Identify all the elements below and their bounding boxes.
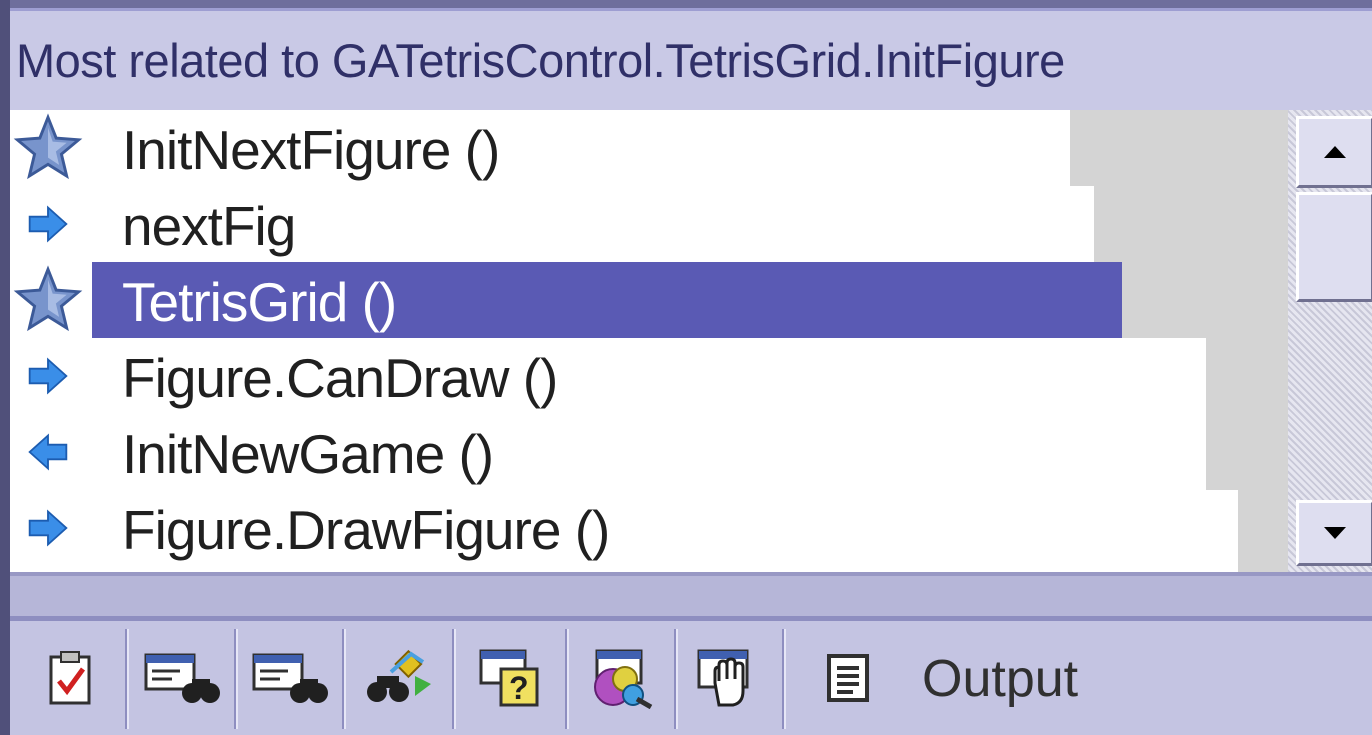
- bottom-toolbar: ? Output: [10, 616, 1372, 735]
- list-item[interactable]: InitNewGame (): [10, 414, 1206, 490]
- panel-title-bar: Most related to GATetrisControl.TetrisGr…: [10, 8, 1372, 110]
- star-icon: [10, 262, 86, 338]
- find-results-2-icon[interactable]: [240, 631, 340, 725]
- list-item-label: TetrisGrid (): [122, 271, 397, 333]
- find-results-1-icon[interactable]: [132, 631, 232, 725]
- list-item-label: Figure.DrawFigure (): [122, 499, 610, 561]
- scroll-up-button[interactable]: [1296, 116, 1372, 188]
- vertical-scrollbar[interactable]: [1288, 110, 1372, 572]
- find-symbol-icon[interactable]: [348, 631, 448, 725]
- help-icon[interactable]: ?: [460, 631, 560, 725]
- list-item[interactable]: nextFig: [10, 186, 1094, 262]
- list-item[interactable]: Figure.CanDraw (): [10, 338, 1206, 414]
- hand-icon[interactable]: [678, 631, 778, 725]
- arrow-right-icon: [10, 338, 86, 414]
- document-icon[interactable]: [798, 631, 898, 725]
- scroll-thumb[interactable]: [1296, 192, 1372, 302]
- star-icon: [10, 110, 86, 186]
- output-tab-label[interactable]: Output: [922, 649, 1078, 709]
- object-browser-icon[interactable]: [570, 631, 670, 725]
- list-item-label: InitNextFigure (): [122, 119, 500, 181]
- panel-title: Most related to GATetrisControl.TetrisGr…: [16, 34, 1065, 87]
- arrow-right-icon: [10, 490, 86, 566]
- chevron-down-icon: [1324, 527, 1346, 539]
- list-item-selected[interactable]: TetrisGrid (): [10, 262, 1122, 338]
- svg-text:?: ?: [509, 670, 529, 706]
- task-list-icon[interactable]: [20, 631, 120, 725]
- list-item[interactable]: Figure.DrawFigure (): [10, 490, 1238, 572]
- arrow-left-icon: [10, 414, 86, 490]
- related-items-list[interactable]: InitNextFigure () nextFig TetrisGrid () …: [10, 110, 1288, 572]
- arrow-right-icon: [10, 186, 86, 262]
- list-item-label: InitNewGame (): [122, 423, 494, 485]
- scroll-down-button[interactable]: [1296, 500, 1372, 566]
- list-item-label: nextFig: [122, 195, 296, 257]
- list-item[interactable]: InitNextFigure (): [10, 110, 1070, 186]
- panel-splitter[interactable]: [10, 572, 1372, 616]
- chevron-up-icon: [1324, 146, 1346, 158]
- panel-top-border: [10, 0, 1372, 8]
- list-item-label: Figure.CanDraw (): [122, 347, 558, 409]
- related-items-panel: Most related to GATetrisControl.TetrisGr…: [0, 0, 1372, 735]
